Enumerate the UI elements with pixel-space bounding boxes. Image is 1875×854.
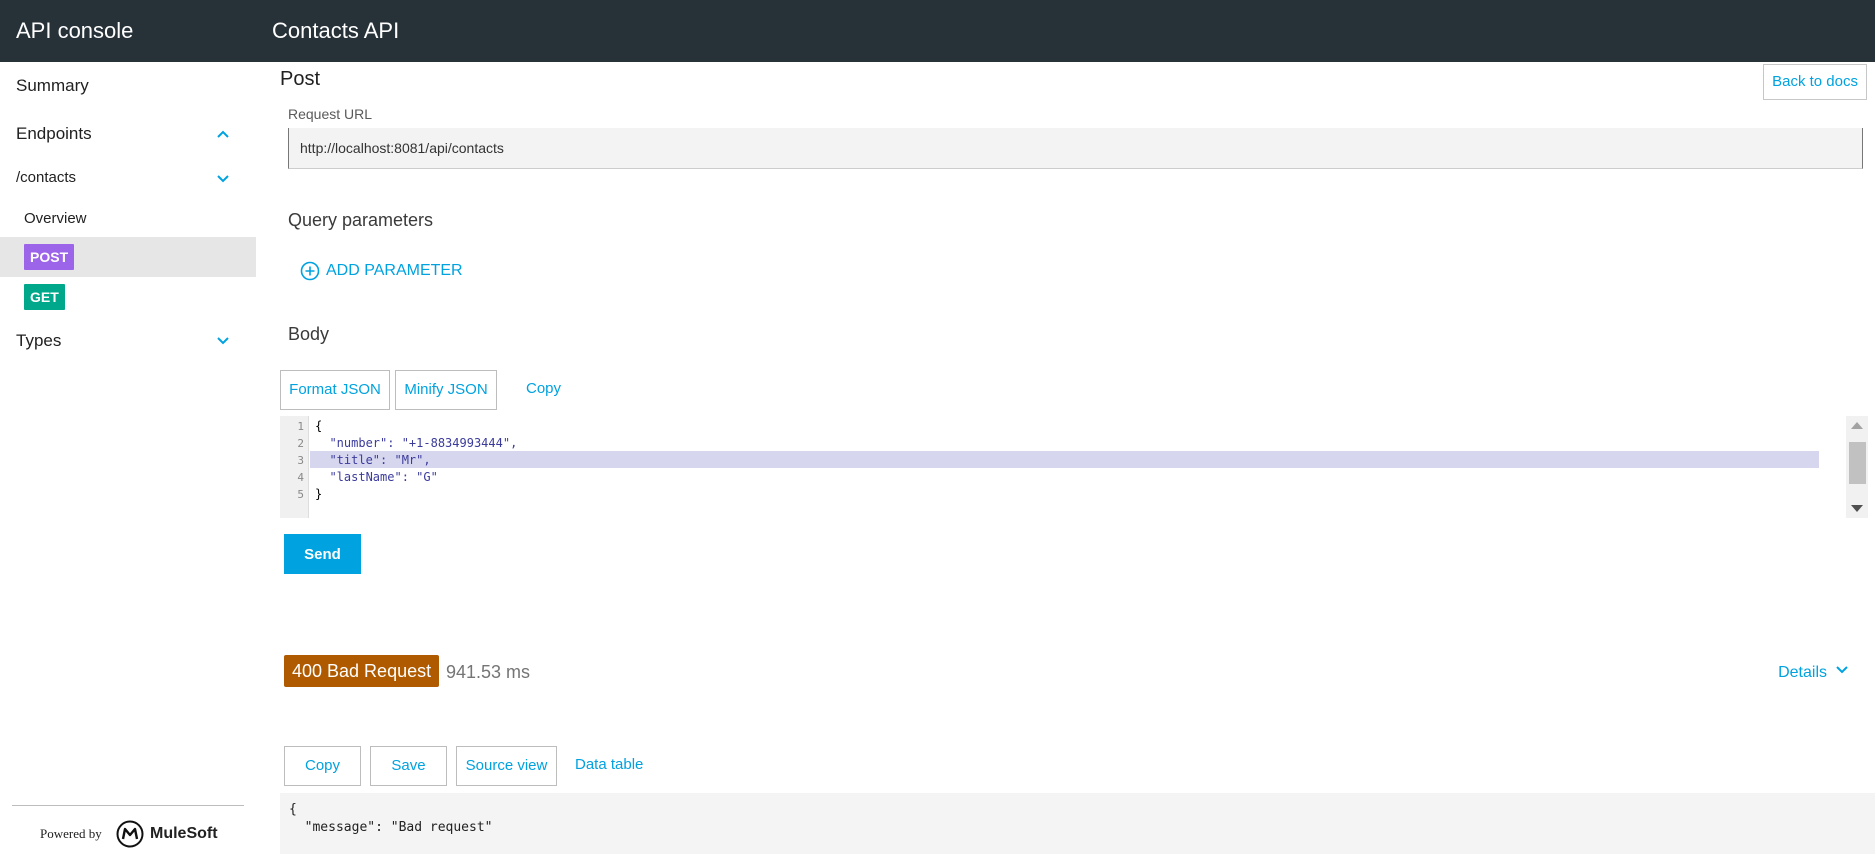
code-line: } (315, 487, 323, 501)
add-circle-icon (300, 261, 320, 281)
copy-body-button[interactable]: Copy (526, 380, 561, 397)
source-view-button[interactable]: Source view (456, 746, 557, 786)
status-badge: 400 Bad Request (284, 655, 440, 687)
code-line: "number": "+1-8834993444", (315, 436, 518, 450)
types-label: Types (16, 331, 62, 350)
sidebar-item-contacts[interactable]: /contacts (0, 169, 256, 193)
top-bar: API console Contacts API (0, 0, 1875, 62)
powered-by-text: Powered by (40, 826, 102, 841)
code-line: "title": "Mr", (315, 453, 431, 467)
method-badge-get[interactable]: GET (24, 284, 65, 310)
sidebar-divider (12, 805, 244, 806)
active-line-highlight (310, 451, 1819, 468)
line-number: 2 (297, 437, 304, 450)
code-line: { (315, 419, 323, 433)
details-label: Details (1778, 663, 1827, 681)
back-to-docs-button[interactable]: Back to docs (1763, 64, 1867, 100)
response-body: { "message": "Bad request" (280, 793, 1875, 854)
sidebar-item-endpoints[interactable]: Endpoints (0, 124, 256, 148)
add-parameter-button[interactable]: ADD PARAMETER (300, 259, 463, 283)
mulesoft-logo-icon (116, 820, 144, 848)
chevron-down-icon[interactable] (216, 172, 230, 186)
scroll-up-arrow-icon[interactable] (1851, 422, 1863, 429)
line-number: 1 (297, 420, 304, 433)
contacts-label: /contacts (16, 169, 77, 186)
response-duration: 941.53 ms (446, 662, 531, 682)
scroll-down-arrow-icon[interactable] (1851, 505, 1863, 512)
code-line: "lastName": "G" (315, 470, 438, 484)
scrollbar-thumb[interactable] (1849, 442, 1866, 484)
query-parameters-title: Query parameters (288, 210, 434, 230)
api-title: Contacts API (272, 18, 400, 43)
method-badge-post[interactable]: POST (24, 244, 75, 270)
body-editor[interactable]: 1 2 3 4 5 { "number": "+1-8834993444", "… (280, 416, 1871, 520)
endpoints-label: Endpoints (16, 124, 92, 143)
save-response-button[interactable]: Save (370, 746, 447, 786)
body-title: Body (288, 324, 330, 344)
send-button[interactable]: Send (284, 534, 361, 574)
response-line: { (289, 802, 297, 817)
main-panel: Post Back to docs Request URL http://loc… (256, 62, 1875, 854)
minify-json-button[interactable]: Minify JSON (395, 370, 497, 410)
data-table-button[interactable]: Data table (575, 756, 643, 773)
line-number: 5 (297, 488, 304, 501)
sidebar-item-types[interactable]: Types (0, 331, 256, 355)
mulesoft-brand: MuleSoft (150, 825, 218, 842)
chevron-up-icon[interactable] (216, 127, 230, 141)
chevron-down-icon (1835, 663, 1849, 682)
page-title: Post (280, 68, 321, 90)
summary-label: Summary (16, 76, 89, 95)
sidebar-item-overview[interactable]: Overview (24, 210, 87, 227)
line-number: 4 (297, 471, 304, 484)
line-gutter: 1 2 3 4 5 (280, 416, 309, 518)
sidebar: Summary Endpoints /contacts Overview POS… (0, 62, 256, 854)
line-number: 3 (297, 454, 304, 467)
sidebar-item-summary[interactable]: Summary (0, 76, 256, 100)
response-line: "message": "Bad request" (289, 820, 493, 835)
format-json-button[interactable]: Format JSON (280, 370, 390, 410)
request-url-field[interactable]: http://localhost:8081/api/contacts (288, 128, 1863, 169)
app-title: API console (16, 18, 134, 43)
details-toggle[interactable]: Details (1778, 663, 1849, 682)
copy-response-button[interactable]: Copy (284, 746, 361, 786)
add-parameter-label: ADD PARAMETER (326, 262, 463, 279)
request-url-label: Request URL (288, 106, 373, 122)
chevron-down-icon[interactable] (216, 334, 230, 348)
